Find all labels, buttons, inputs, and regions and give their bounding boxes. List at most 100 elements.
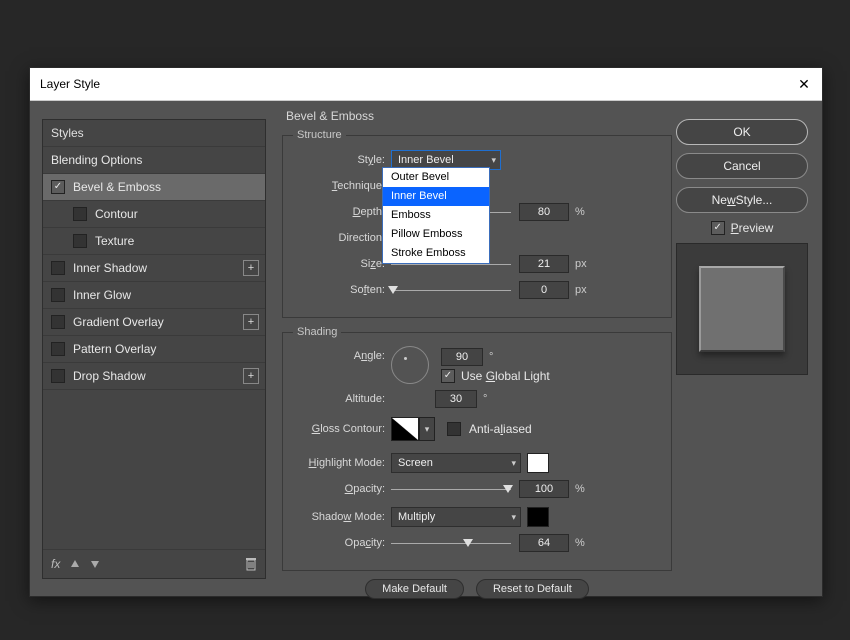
fx-icon[interactable]: fx: [51, 557, 60, 571]
gradient-overlay-row[interactable]: Gradient Overlay +: [43, 309, 265, 336]
chevron-down-icon: ▾: [491, 155, 496, 166]
drop-shadow-add-icon[interactable]: +: [243, 368, 259, 384]
global-light-checkbox[interactable]: [441, 369, 455, 383]
gloss-contour-dropdown[interactable]: ▾: [419, 417, 435, 441]
styles-label: Styles: [51, 126, 84, 140]
close-icon[interactable]: ✕: [796, 76, 812, 93]
dialog-body: Styles Blending Options Bevel & Emboss C…: [30, 101, 822, 596]
gradient-overlay-add-icon[interactable]: +: [243, 314, 259, 330]
settings-panel: Bevel & Emboss Structure Style: Inner Be…: [282, 109, 672, 587]
ok-button[interactable]: OK: [676, 119, 808, 145]
gradient-overlay-label: Gradient Overlay: [73, 315, 164, 329]
preview-row: Preview: [676, 221, 808, 235]
trash-icon[interactable]: [245, 557, 257, 571]
shadow-mode-value: Multiply: [398, 511, 435, 523]
new-style-button[interactable]: New Style...: [676, 187, 808, 213]
chevron-down-icon: ▾: [511, 458, 516, 469]
inner-shadow-label: Inner Shadow: [73, 261, 147, 275]
soften-input[interactable]: 0: [519, 281, 569, 299]
reset-default-button[interactable]: Reset to Default: [476, 579, 589, 599]
make-default-button[interactable]: Make Default: [365, 579, 464, 599]
shadow-mode-combo[interactable]: Multiply ▾: [391, 507, 521, 527]
highlight-opacity-unit: %: [575, 483, 585, 495]
move-down-icon[interactable]: [90, 559, 100, 569]
blending-options-row[interactable]: Blending Options: [43, 147, 265, 174]
layer-style-dialog: Layer Style ✕ Styles Blending Options Be…: [29, 67, 823, 597]
antialiased-checkbox[interactable]: [447, 422, 461, 436]
shadow-opacity-slider[interactable]: [391, 536, 511, 550]
angle-dial[interactable]: [391, 346, 429, 384]
effects-list: Styles Blending Options Bevel & Emboss C…: [42, 119, 266, 579]
angle-label: Angle:: [293, 346, 391, 362]
drop-shadow-label: Drop Shadow: [73, 369, 146, 383]
size-unit: px: [575, 258, 587, 270]
preview-checkbox[interactable]: [711, 221, 725, 235]
style-label: Style:: [293, 154, 391, 166]
contour-checkbox[interactable]: [73, 207, 87, 221]
style-option-emboss[interactable]: Emboss: [383, 206, 489, 225]
pattern-overlay-row[interactable]: Pattern Overlay: [43, 336, 265, 363]
depth-unit: %: [575, 206, 585, 218]
cancel-button[interactable]: Cancel: [676, 153, 808, 179]
move-up-icon[interactable]: [70, 559, 80, 569]
right-panel: OK Cancel New Style... Preview: [676, 119, 808, 375]
blending-options-label: Blending Options: [51, 153, 142, 167]
drop-shadow-row[interactable]: Drop Shadow +: [43, 363, 265, 390]
soften-unit: px: [575, 284, 587, 296]
technique-label: Technique:: [293, 180, 391, 192]
bevel-emboss-checkbox[interactable]: [51, 180, 65, 194]
style-option-pillow-emboss[interactable]: Pillow Emboss: [383, 225, 489, 244]
gradient-overlay-checkbox[interactable]: [51, 315, 65, 329]
direction-label: Direction:: [293, 232, 391, 244]
highlight-mode-row: Highlight Mode: Screen ▾: [293, 452, 661, 474]
size-input[interactable]: 21: [519, 255, 569, 273]
gloss-row: Gloss Contour: ▾ Anti-aliased: [293, 416, 661, 442]
texture-label: Texture: [95, 234, 134, 248]
effects-footer: fx: [43, 549, 265, 578]
shadow-opacity-input[interactable]: 64: [519, 534, 569, 552]
style-option-stroke-emboss[interactable]: Stroke Emboss: [383, 244, 489, 263]
depth-input[interactable]: 80: [519, 203, 569, 221]
inner-shadow-row[interactable]: Inner Shadow +: [43, 255, 265, 282]
texture-checkbox[interactable]: [73, 234, 87, 248]
altitude-label: Altitude:: [293, 393, 391, 405]
preview-label: Preview: [731, 221, 774, 235]
highlight-mode-value: Screen: [398, 457, 433, 469]
contour-label: Contour: [95, 207, 138, 221]
shadow-mode-row: Shadow Mode: Multiply ▾: [293, 506, 661, 528]
angle-input[interactable]: 90: [441, 348, 483, 366]
inner-glow-label: Inner Glow: [73, 288, 131, 302]
styles-header[interactable]: Styles: [43, 120, 265, 147]
drop-shadow-checkbox[interactable]: [51, 369, 65, 383]
style-option-inner-bevel[interactable]: Inner Bevel: [383, 187, 489, 206]
style-option-outer-bevel[interactable]: Outer Bevel: [383, 168, 489, 187]
shadow-color-swatch[interactable]: [527, 507, 549, 527]
pattern-overlay-checkbox[interactable]: [51, 342, 65, 356]
shadow-opacity-label: Opacity:: [293, 537, 391, 549]
inner-glow-row[interactable]: Inner Glow: [43, 282, 265, 309]
soften-slider[interactable]: [391, 283, 511, 297]
highlight-color-swatch[interactable]: [527, 453, 549, 473]
inner-shadow-checkbox[interactable]: [51, 261, 65, 275]
shading-group: Shading Angle: 90 °: [282, 326, 672, 571]
style-dropdown[interactable]: Outer Bevel Inner Bevel Emboss Pillow Em…: [382, 167, 490, 264]
structure-legend: Structure: [293, 129, 346, 141]
highlight-opacity-input[interactable]: 100: [519, 480, 569, 498]
soften-row: Soften: 0 px: [293, 279, 661, 301]
texture-row[interactable]: Texture: [43, 228, 265, 255]
altitude-row: Altitude: 30 °: [293, 388, 661, 410]
inner-glow-checkbox[interactable]: [51, 288, 65, 302]
pattern-overlay-label: Pattern Overlay: [73, 342, 156, 356]
highlight-mode-combo[interactable]: Screen ▾: [391, 453, 521, 473]
gloss-contour-swatch[interactable]: [391, 417, 419, 441]
shadow-mode-label: Shadow Mode:: [293, 511, 391, 523]
depth-label: Depth:: [293, 206, 391, 218]
angle-unit: °: [489, 351, 493, 363]
inner-shadow-add-icon[interactable]: +: [243, 260, 259, 276]
bevel-emboss-row[interactable]: Bevel & Emboss: [43, 174, 265, 201]
altitude-unit: °: [483, 393, 487, 405]
contour-row[interactable]: Contour: [43, 201, 265, 228]
shadow-opacity-unit: %: [575, 537, 585, 549]
highlight-opacity-slider[interactable]: [391, 482, 511, 496]
altitude-input[interactable]: 30: [435, 390, 477, 408]
